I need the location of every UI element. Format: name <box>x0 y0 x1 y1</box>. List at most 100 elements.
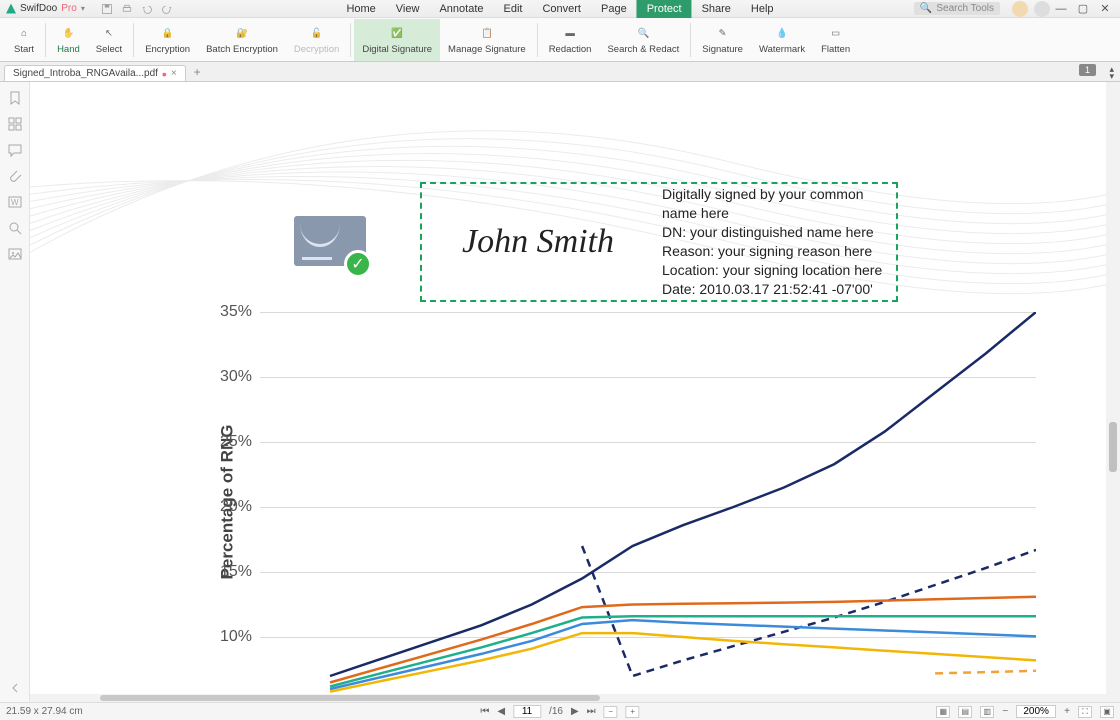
save-icon[interactable] <box>101 3 113 15</box>
menu-view[interactable]: View <box>386 0 430 18</box>
scrollbar-thumb[interactable] <box>1109 422 1117 472</box>
chart: Percentage of RNG 10%15%20%25%30%35% <box>160 302 1066 702</box>
menu-help[interactable]: Help <box>741 0 784 18</box>
digital-signature-field[interactable]: ✓ John Smith Digitally signed by your co… <box>420 182 898 302</box>
ribbon-label: Decryption <box>294 44 339 55</box>
zoom-controls: ▦ ▤ ▥ − + ⛶ ▣ <box>936 705 1114 718</box>
page-plus-button[interactable]: + <box>626 706 640 718</box>
image-icon[interactable] <box>7 246 23 262</box>
y-tick-label: 20% <box>220 498 260 516</box>
zoom-in-button[interactable]: + <box>1064 706 1070 717</box>
ribbon-label: Batch Encryption <box>206 44 278 55</box>
find-icon[interactable] <box>7 220 23 236</box>
app-dropdown-icon[interactable]: ▾ <box>81 4 85 13</box>
left-sidebar: W <box>0 82 30 702</box>
flatten-icon: ▭ <box>827 24 845 42</box>
ribbon-separator <box>133 23 134 57</box>
y-tick-label: 10% <box>220 628 260 646</box>
series-orange-dash <box>935 671 1036 674</box>
prev-page-button[interactable]: ◀ <box>497 706 505 717</box>
redaction-button[interactable]: ▬Redaction <box>541 19 600 61</box>
signature-line: DN: your distinguished name here <box>662 223 896 242</box>
fullscreen-button[interactable]: ▣ <box>1100 706 1114 718</box>
unlock-icon: 🔓 <box>308 24 326 42</box>
start-button[interactable]: ⌂Start <box>6 19 42 61</box>
watermark-button[interactable]: 💧Watermark <box>751 19 813 61</box>
encryption-button[interactable]: 🔒Encryption <box>137 19 198 61</box>
new-tab-button[interactable]: + <box>186 63 209 81</box>
document-tab-bar: Signed_Introba_RNGAvaila...pdf • × + 1 ▴… <box>0 62 1120 82</box>
attachments-icon[interactable] <box>7 168 23 184</box>
hand-icon: ✋ <box>59 24 77 42</box>
search-redact-button[interactable]: 🔍Search & Redact <box>599 19 687 61</box>
vertical-scrollbar[interactable] <box>1106 82 1120 702</box>
ribbon-label: Flatten <box>821 44 850 55</box>
document-tab[interactable]: Signed_Introba_RNGAvaila...pdf • × <box>4 65 186 81</box>
ribbon-label: Select <box>96 44 122 55</box>
first-page-button[interactable]: ⏮ <box>480 706 489 717</box>
signature-metadata: Digitally signed by your common name her… <box>662 185 896 298</box>
page-badge: 1 <box>1079 64 1096 76</box>
user-icon[interactable] <box>1034 1 1050 17</box>
page-scroll-buttons[interactable]: ▴▾ <box>1109 66 1114 80</box>
tab-close-icon[interactable]: × <box>171 68 177 79</box>
redo-icon[interactable] <box>161 3 173 15</box>
zoom-out-button[interactable]: − <box>1002 706 1008 717</box>
status-bar: 21.59 x 27.94 cm ⏮ ◀ /16 ▶ ⏭ − + ▦ ▤ ▥ −… <box>0 702 1120 720</box>
series-yellow <box>330 633 1036 692</box>
manage-signature-button[interactable]: 📋Manage Signature <box>440 19 534 61</box>
document-viewport[interactable]: ✓ John Smith Digitally signed by your co… <box>30 82 1106 702</box>
minimize-button[interactable]: — <box>1050 1 1072 17</box>
hand-button[interactable]: ✋Hand <box>49 19 88 61</box>
comments-icon[interactable] <box>7 142 23 158</box>
menu-page[interactable]: Page <box>591 0 637 18</box>
word-icon[interactable]: W <box>7 194 23 210</box>
menu-share[interactable]: Share <box>692 0 741 18</box>
cart-icon[interactable] <box>1012 1 1028 17</box>
menu-convert[interactable]: Convert <box>532 0 591 18</box>
undo-icon[interactable] <box>141 3 153 15</box>
y-tick-label: 25% <box>220 433 260 451</box>
ribbon-label: Start <box>14 44 34 55</box>
flatten-button[interactable]: ▭ Flatten <box>813 19 858 61</box>
app-title[interactable]: SwifDoo Pro ▾ <box>0 3 91 14</box>
menu-annotate[interactable]: Annotate <box>429 0 493 18</box>
menu-protect[interactable]: Protect <box>637 0 692 18</box>
view-mode-3-button[interactable]: ▥ <box>980 706 994 718</box>
view-mode-1-button[interactable]: ▦ <box>936 706 950 718</box>
scrollbar-thumb[interactable] <box>100 695 600 701</box>
ribbon: ⌂Start✋Hand↖Select🔒Encryption🔐Batch Encr… <box>0 18 1120 62</box>
water-icon: 💧 <box>773 24 791 42</box>
digital-signature-button[interactable]: ✅ Digital Signature <box>354 19 440 61</box>
zoom-input[interactable] <box>1016 705 1056 718</box>
close-button[interactable]: ✕ <box>1094 1 1116 17</box>
last-page-button[interactable]: ⏭ <box>587 706 596 717</box>
search-tools[interactable]: 🔍 Search Tools <box>914 2 1000 15</box>
maximize-button[interactable]: ▢ <box>1072 1 1094 17</box>
page-minus-button[interactable]: − <box>604 706 618 718</box>
page-total: /16 <box>549 706 563 717</box>
sredact-icon: 🔍 <box>634 24 652 42</box>
ribbon-label: Digital Signature <box>362 44 432 55</box>
print-icon[interactable] <box>121 3 133 15</box>
next-page-button[interactable]: ▶ <box>571 706 579 717</box>
bookmark-icon[interactable] <box>7 90 23 106</box>
select-button[interactable]: ↖Select <box>88 19 130 61</box>
collapse-sidebar-icon[interactable] <box>7 680 23 696</box>
search-icon: 🔍 <box>920 3 932 14</box>
ribbon-label: Redaction <box>549 44 592 55</box>
horizontal-scrollbar[interactable] <box>30 694 1106 702</box>
batch-encryption-button[interactable]: 🔐Batch Encryption <box>198 19 286 61</box>
menu-edit[interactable]: Edit <box>494 0 533 18</box>
fit-button[interactable]: ⛶ <box>1078 706 1092 718</box>
thumbnails-icon[interactable] <box>7 116 23 132</box>
signature-button[interactable]: ✎Signature <box>694 19 751 61</box>
search-placeholder: Search Tools <box>936 3 994 14</box>
signature-line: Reason: your signing reason here <box>662 242 896 261</box>
ribbon-separator <box>45 23 46 57</box>
document-page: ✓ John Smith Digitally signed by your co… <box>30 82 1106 702</box>
menu-home[interactable]: Home <box>336 0 385 18</box>
page-number-input[interactable] <box>513 705 541 718</box>
seal-icon: ✅ <box>388 24 406 42</box>
view-mode-2-button[interactable]: ▤ <box>958 706 972 718</box>
